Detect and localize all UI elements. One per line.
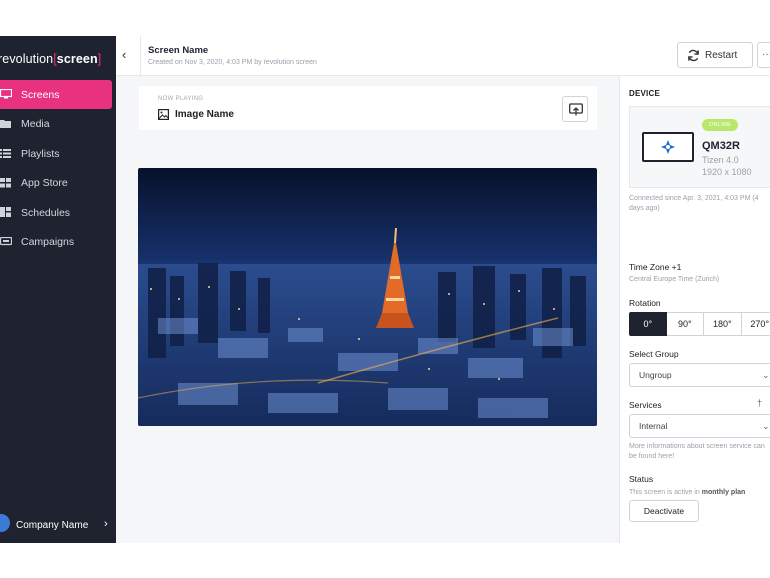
page-title: Screen Name (148, 45, 209, 56)
logo-text-screen: screen (56, 52, 98, 66)
sidebar-item-label: Schedules (21, 206, 71, 219)
rotation-option-90[interactable]: 90° (666, 312, 705, 336)
status-label: Status (629, 474, 654, 484)
connected-since-text: Connected since Apr. 3, 2021, 4:03 PM (4… (629, 195, 759, 212)
services-help-icon[interactable]: † (757, 398, 762, 408)
upload-screen-icon (569, 103, 583, 116)
sidebar-item-label: Media (21, 118, 50, 130)
device-os: Tizen 4.0 (702, 155, 739, 165)
rotation-segmented-control: 0° 90° 180° 270° (629, 312, 770, 336)
city-night-picture (138, 168, 597, 426)
now-playing-card: NOW PLAYING Image Name (139, 86, 597, 130)
sidebar-item-campaigns[interactable]: Campaigns (0, 228, 116, 257)
chevron-down-icon: ⌄ (762, 421, 770, 431)
back-chevron-icon[interactable]: ‹ (122, 47, 136, 63)
status-text: This screen is active in monthly plan (629, 489, 745, 496)
device-card: ONLINE QM32R Tizen 4.0 1920 x 1080 (629, 106, 770, 188)
brand-logo[interactable]: revolution[screen] (0, 52, 101, 66)
sidebar: revolution[screen] Screens Media Playlis… (0, 36, 116, 543)
services-select-value: Internal (639, 421, 668, 431)
services-info-text: More informations about screen service c… (629, 443, 765, 460)
tv-icon (642, 132, 694, 162)
now-playing-label: NOW PLAYING (158, 96, 204, 102)
sidebar-item-label: Campaigns (21, 236, 75, 248)
rotation-label: Rotation (629, 298, 661, 308)
sidebar-item-screens[interactable]: Screens (0, 80, 112, 109)
device-model: QM32R (702, 140, 740, 152)
logo-bracket-close: ] (97, 52, 102, 66)
company-avatar (0, 514, 10, 532)
status-text-prefix: This screen is active in (629, 489, 702, 496)
more-options-button[interactable]: ··· (757, 42, 770, 68)
logo-text-revolution: revolution (0, 52, 54, 66)
page-subtitle: Created on Nov 3, 2020, 4:03 PM by revol… (148, 59, 317, 66)
campaign-icon (0, 236, 12, 245)
select-group-label: Select Group (629, 349, 679, 359)
calendar-icon (0, 207, 11, 217)
sidebar-item-label: Screens (21, 88, 60, 101)
company-name: Company Name (16, 520, 89, 531)
group-select-value: Ungroup (639, 370, 672, 380)
image-icon (158, 109, 169, 120)
rotation-option-270[interactable]: 270° (741, 312, 770, 336)
sidebar-item-schedules[interactable]: Schedules (0, 198, 116, 227)
sidebar-item-label: App Store (21, 177, 68, 189)
deactivate-button[interactable]: Deactivate (629, 500, 699, 522)
monitor-icon (0, 89, 12, 99)
refresh-icon (688, 49, 699, 62)
app-window: revolution[screen] Screens Media Playlis… (0, 36, 770, 543)
sidebar-nav: Screens Media Playlists App Store Schedu… (0, 80, 116, 257)
header-divider (140, 36, 141, 76)
timezone-label: Time Zone +1 (629, 262, 682, 272)
now-playing-name: Image Name (175, 109, 234, 120)
logo-mark-icon (661, 140, 675, 154)
restart-label: Restart (705, 49, 738, 61)
timezone-value: Central Europe Time (Zurich) (629, 276, 720, 283)
chevron-right-icon: › (104, 518, 108, 530)
services-select[interactable]: Internal ⌄ (629, 414, 770, 438)
grid-icon (0, 177, 11, 187)
online-status-badge: ONLINE (702, 119, 738, 131)
cast-button[interactable] (562, 96, 588, 122)
sidebar-item-label: Playlists (21, 147, 60, 160)
rotation-option-180[interactable]: 180° (704, 312, 742, 336)
device-section-title: DEVICE (629, 89, 660, 98)
sidebar-item-media[interactable]: Media (0, 110, 116, 139)
media-preview-image (138, 168, 597, 426)
chevron-down-icon: ⌄ (762, 370, 770, 380)
services-label: Services (629, 400, 662, 410)
playlist-icon (0, 149, 11, 158)
sidebar-item-app-store[interactable]: App Store (0, 169, 116, 198)
status-plan: monthly plan (701, 489, 746, 496)
device-panel: DEVICE ONLINE QM32R Tizen 4.0 1920 x 108… (619, 76, 770, 543)
group-select[interactable]: Ungroup ⌄ (629, 363, 770, 387)
page-header: ‹ Screen Name Created on Nov 3, 2020, 4:… (116, 36, 770, 76)
main-content: NOW PLAYING Image Name (116, 76, 619, 543)
rotation-option-0[interactable]: 0° (629, 312, 667, 336)
sidebar-item-playlists[interactable]: Playlists (0, 139, 116, 168)
device-resolution: 1920 x 1080 (702, 167, 752, 177)
company-switcher[interactable]: Company Name › (0, 507, 116, 543)
folder-icon (0, 119, 11, 128)
restart-button[interactable]: Restart (677, 42, 753, 68)
